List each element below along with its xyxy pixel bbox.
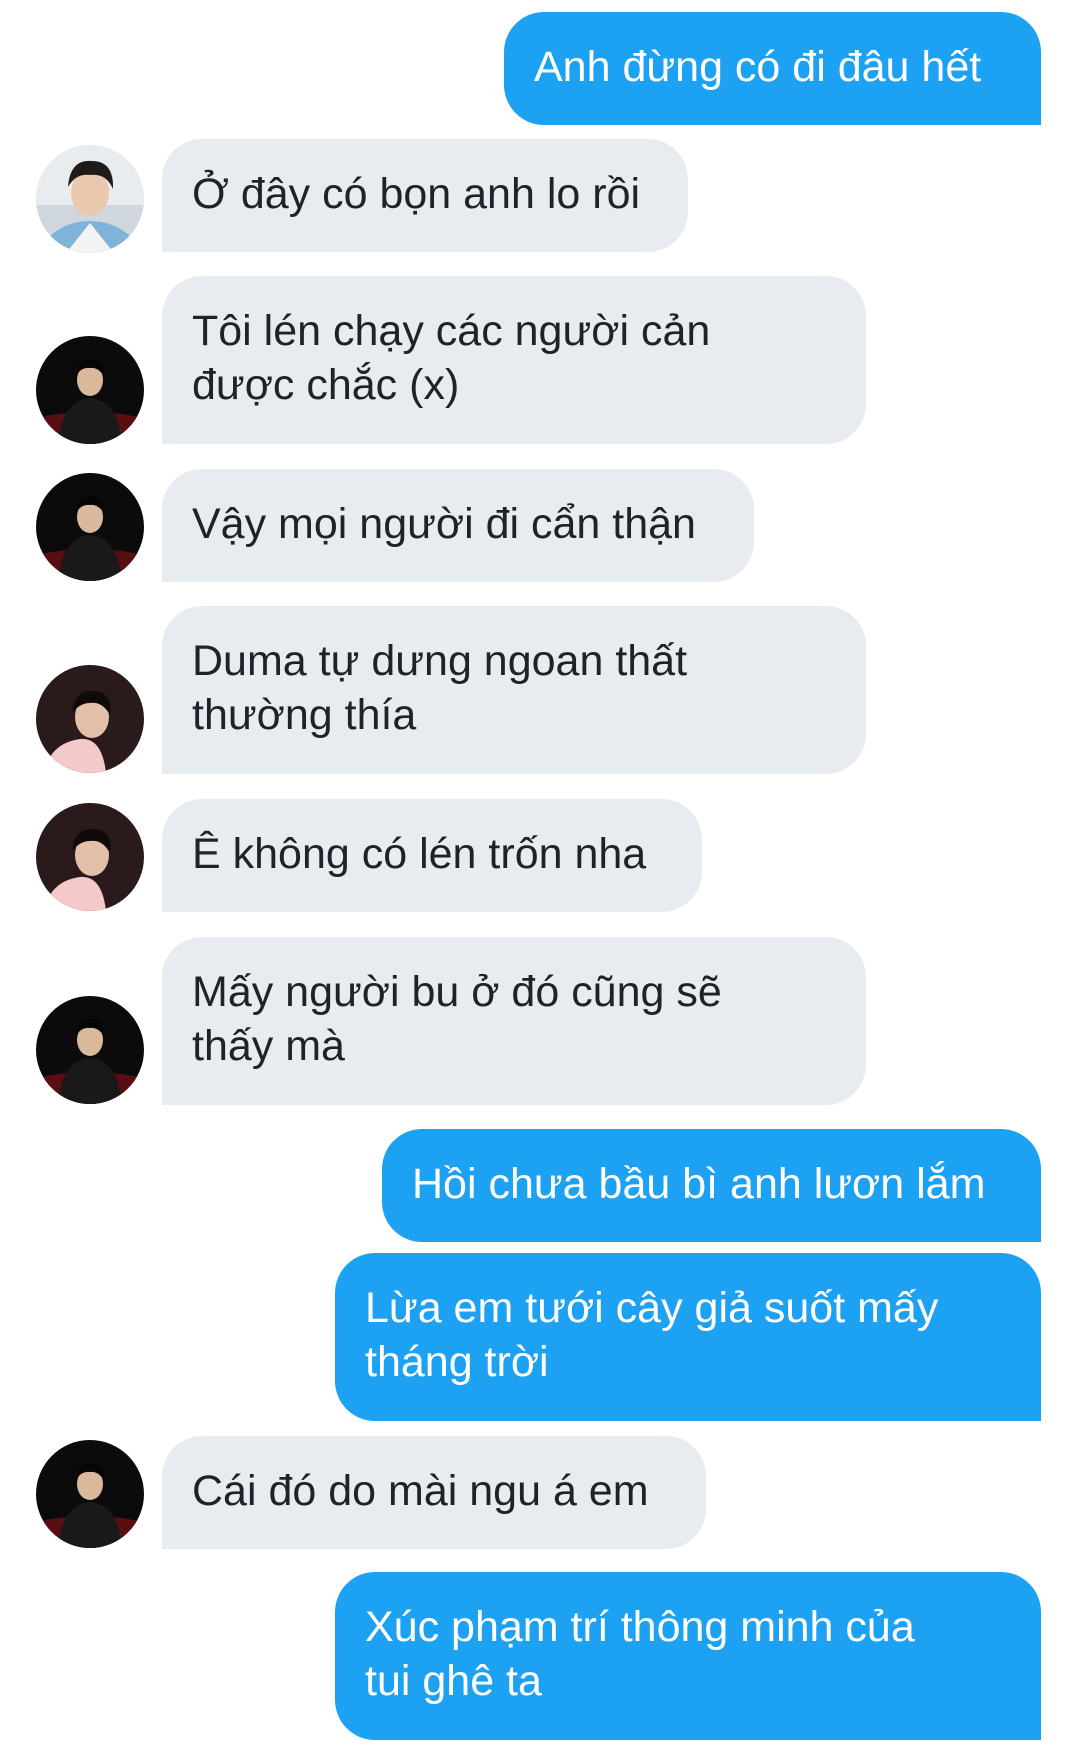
- avatar-blue-shirt[interactable]: [36, 145, 144, 253]
- avatar-black-jacket[interactable]: [36, 1440, 144, 1548]
- sent-message-bubble: Anh đừng có đi đâu hết: [504, 12, 1041, 125]
- received-message-bubble: Tôi lén chạy các người cản được chắc (x): [162, 276, 866, 444]
- avatar-black-jacket[interactable]: [36, 996, 144, 1104]
- avatar-black-jacket[interactable]: [36, 473, 144, 581]
- received-message-bubble: Cái đó do mài ngu á em: [162, 1436, 706, 1549]
- received-message-bubble: Duma tự dưng ngoan thất thường thía: [162, 606, 866, 774]
- sent-message-bubble: Hồi chưa bầu bì anh lươn lắm: [382, 1129, 1041, 1242]
- received-message-bubble: Mấy người bu ở đó cũng sẽ thấy mà: [162, 937, 866, 1105]
- received-message-bubble: Ê không có lén trốn nha: [162, 799, 702, 912]
- avatar-pink-shirt[interactable]: [36, 803, 144, 911]
- sent-message-bubble: Xúc phạm trí thông minh của tui ghê ta: [335, 1572, 1041, 1740]
- sent-message-bubble: Lừa em tưới cây giả suốt mấy tháng trời: [335, 1253, 1041, 1421]
- avatar-pink-shirt[interactable]: [36, 665, 144, 773]
- received-message-bubble: Vậy mọi người đi cẩn thận: [162, 469, 754, 582]
- received-message-bubble: Ở đây có bọn anh lo rồi: [162, 139, 688, 252]
- avatar-black-jacket[interactable]: [36, 336, 144, 444]
